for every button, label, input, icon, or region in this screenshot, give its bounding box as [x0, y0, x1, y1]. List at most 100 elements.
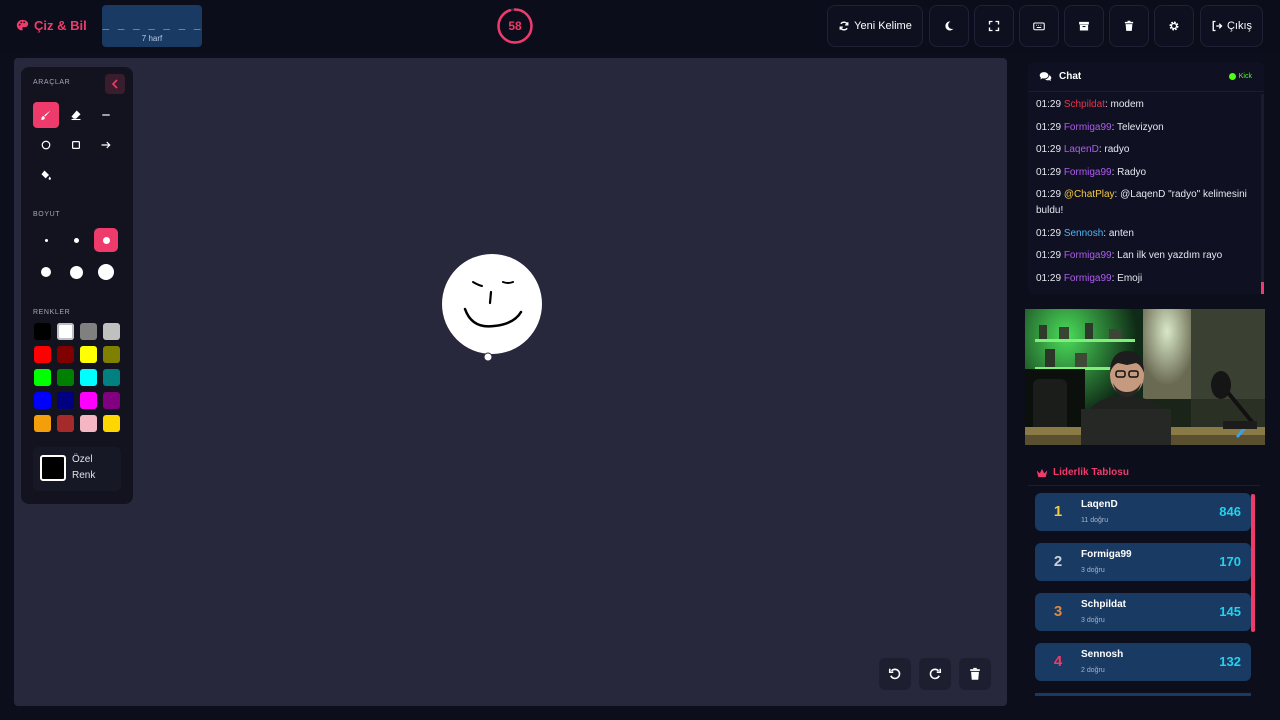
color-swatch[interactable]	[57, 323, 74, 340]
webcam-image	[1025, 309, 1265, 445]
message-time: 01:29	[1036, 250, 1062, 261]
color-swatch[interactable]	[80, 415, 97, 432]
color-swatch[interactable]	[80, 369, 97, 386]
message-user[interactable]: Formiga99	[1064, 167, 1112, 178]
fill-bucket-icon	[41, 170, 51, 180]
chat-title: Chat	[1039, 71, 1081, 82]
archive-button[interactable]	[1064, 5, 1104, 47]
message-user[interactable]: Formiga99	[1064, 273, 1112, 284]
message-text: : modem	[1104, 99, 1144, 110]
top-bar: Çiz & Bil _ _ _ _ _ _ _ 7 harf 58 Yeni K…	[0, 0, 1280, 52]
size-option-1[interactable]	[34, 228, 58, 252]
tool-line[interactable]	[93, 102, 119, 128]
chat-message: 01:29 Formiga99: Televizyon	[1036, 120, 1256, 136]
undo-button[interactable]	[879, 658, 911, 690]
leaderboard-divider	[1028, 485, 1260, 486]
chat-scrollbar-thumb[interactable]	[1261, 282, 1264, 294]
color-swatch[interactable]	[103, 415, 120, 432]
webcam-feed	[1025, 309, 1265, 445]
smiley-drawing	[442, 254, 542, 362]
color-swatch[interactable]	[103, 392, 120, 409]
tool-circle[interactable]	[33, 132, 59, 158]
clear-canvas-button[interactable]	[959, 658, 991, 690]
chat-message: 01:29 Formiga99: Radyo	[1036, 165, 1256, 181]
undo-icon	[888, 668, 901, 680]
leaderboard-name: Formiga99	[1081, 549, 1132, 560]
collapse-panel-button[interactable]	[105, 74, 125, 94]
message-time: 01:29	[1036, 272, 1062, 284]
color-swatch[interactable]	[57, 415, 74, 432]
logout-button[interactable]: Çıkış	[1200, 5, 1263, 47]
color-swatch[interactable]	[57, 369, 74, 386]
leaderboard-rank: 3	[1053, 603, 1063, 620]
message-user[interactable]: Formiga99	[1064, 250, 1112, 261]
redo-icon	[929, 668, 942, 680]
color-swatch[interactable]	[57, 346, 74, 363]
color-swatch[interactable]	[80, 392, 97, 409]
app-title: Çiz & Bil	[34, 18, 87, 33]
message-user[interactable]: Formiga99	[1064, 122, 1112, 133]
size-option-2[interactable]	[64, 228, 88, 252]
leaderboard-correct-count: 3 doğru	[1081, 567, 1105, 574]
color-swatch[interactable]	[103, 323, 120, 340]
color-swatch[interactable]	[34, 392, 51, 409]
archive-icon	[1079, 21, 1089, 31]
color-swatch[interactable]	[57, 392, 74, 409]
message-user[interactable]: Sennosh	[1064, 228, 1103, 239]
leaderboard-title-label: Liderlik Tablosu	[1053, 467, 1129, 478]
word-length-hint: 7 harf	[141, 34, 163, 43]
size-option-3[interactable]	[94, 228, 118, 252]
keyboard-button[interactable]	[1019, 5, 1059, 47]
leaderboard-score: 846	[1219, 504, 1241, 519]
leaderboard-title: Liderlik Tablosu	[1036, 467, 1129, 478]
leaderboard-rank: 1	[1053, 503, 1063, 520]
tool-brush[interactable]	[33, 102, 59, 128]
trash-icon	[1124, 20, 1134, 31]
theme-toggle-button[interactable]	[929, 5, 969, 47]
drawing-canvas[interactable]	[14, 58, 1007, 706]
size-option-5[interactable]	[64, 260, 88, 284]
clear-button[interactable]	[1109, 5, 1149, 47]
leaderboard-name: LaqenD	[1081, 499, 1118, 510]
chat-message: 01:29 Formiga99: Emoji	[1036, 271, 1256, 287]
leaderboard-score: 132	[1219, 654, 1241, 669]
size-option-6[interactable]	[94, 260, 118, 284]
color-swatch[interactable]	[103, 369, 120, 386]
message-time: 01:29	[1036, 166, 1062, 178]
chat-panel: Chat Kick 01:29 Schpildat: modem 01:29 Fo…	[1028, 62, 1264, 294]
message-user[interactable]: @ChatPlay	[1064, 189, 1115, 200]
arrow-right-icon	[101, 141, 111, 149]
leaderboard-correct-count: 2 doğru	[1081, 667, 1105, 674]
leaderboard-row: 3 Schpildat 3 doğru 145	[1035, 593, 1251, 631]
message-time: 01:29	[1036, 144, 1062, 155]
color-swatch[interactable]	[34, 346, 51, 363]
leaderboard-scrollbar-thumb[interactable]	[1251, 494, 1255, 632]
color-swatch[interactable]	[103, 346, 120, 363]
tool-arrow[interactable]	[93, 132, 119, 158]
color-swatch[interactable]	[34, 369, 51, 386]
color-swatch[interactable]	[34, 415, 51, 432]
chat-message: 01:29 LaqenD: radyo	[1036, 142, 1256, 158]
message-user[interactable]: Schpildat	[1064, 99, 1105, 110]
message-text: : radyo	[1098, 144, 1130, 155]
leaderboard-rank: 2	[1053, 553, 1063, 570]
tool-rectangle[interactable]	[63, 132, 89, 158]
custom-color-button[interactable]: Özel Renk	[33, 447, 121, 491]
new-word-button[interactable]: Yeni Kelime	[827, 5, 923, 47]
message-user[interactable]: LaqenD	[1064, 144, 1099, 155]
redo-button[interactable]	[919, 658, 951, 690]
settings-button[interactable]	[1154, 5, 1194, 47]
size-option-4[interactable]	[34, 260, 58, 284]
chat-message: 01:29 Formiga99: Lan ilk ven yazdım rayo	[1036, 248, 1256, 264]
color-swatch[interactable]	[80, 323, 97, 340]
tool-fill[interactable]	[33, 162, 59, 188]
chat-message: 01:29 Sennosh: anten	[1036, 226, 1256, 242]
logout-label: Çıkış	[1226, 20, 1253, 32]
tool-eraser[interactable]	[63, 102, 89, 128]
chat-scrollbar[interactable]	[1261, 94, 1264, 294]
chat-message: 01:29 @ChatPlay: @LaqenD "radyo" kelimes…	[1036, 187, 1256, 219]
fullscreen-button[interactable]	[974, 5, 1014, 47]
color-swatch[interactable]	[80, 346, 97, 363]
leaderboard-row: 4 Sennosh 2 doğru 132	[1035, 643, 1251, 681]
color-swatch[interactable]	[34, 323, 51, 340]
